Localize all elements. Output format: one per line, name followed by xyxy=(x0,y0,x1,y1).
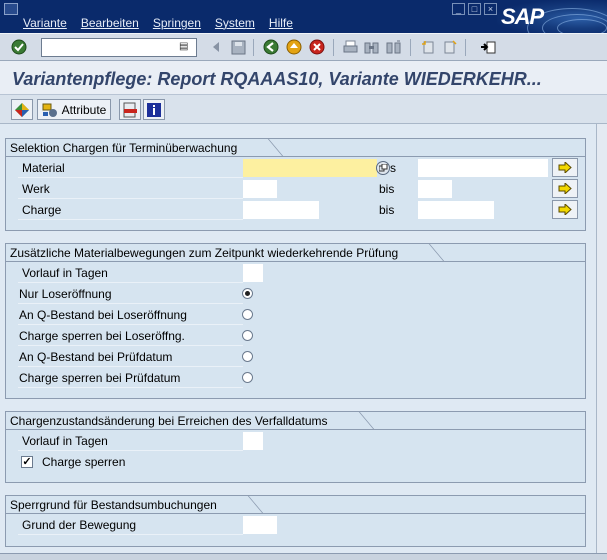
werk-from-field[interactable] xyxy=(243,180,277,198)
multiple-selection-icon[interactable] xyxy=(376,161,390,175)
print-icon[interactable] xyxy=(342,39,358,55)
label-nur-loseroeffnung: Nur Loseröffnung xyxy=(19,287,112,301)
first-page-icon[interactable] xyxy=(419,39,435,55)
menu-springen[interactable]: Springen xyxy=(153,16,201,30)
get-variant-button[interactable] xyxy=(11,99,33,120)
find-icon[interactable] xyxy=(363,39,379,55)
title-bar: Variantenpflege: Report RQAAAS10, Varian… xyxy=(0,61,607,95)
info-button[interactable] xyxy=(143,99,165,120)
charge-from-input[interactable] xyxy=(243,201,319,219)
sap-logo: SAP xyxy=(497,0,607,33)
charge-to-field[interactable] xyxy=(418,201,494,219)
material-to-input[interactable] xyxy=(418,159,548,177)
cancel-icon[interactable] xyxy=(309,39,325,55)
werk-more-button[interactable] xyxy=(552,179,578,198)
close-window-button[interactable]: × xyxy=(484,3,497,15)
frame-sperrgrund: Sperrgrund für Bestandsumbuchungen Grund… xyxy=(5,495,586,547)
attribute-button[interactable]: Attribute xyxy=(37,99,111,120)
frame-zusaetzlich: Zusätzliche Materialbewegungen zum Zeitp… xyxy=(5,243,586,399)
material-more-button[interactable] xyxy=(552,158,578,177)
charge-from-field[interactable] xyxy=(243,201,319,219)
vorlauf-tagen-field[interactable] xyxy=(243,264,263,282)
frame-selektion-title: Selektion Chargen für Terminüberwachung xyxy=(5,138,260,157)
charge-more-button[interactable] xyxy=(552,200,578,219)
application-toolbar: Attribute xyxy=(0,95,607,124)
zustand-vorlauf-input[interactable] xyxy=(243,432,263,450)
label-werk: Werk xyxy=(22,182,50,196)
radio-charge-sperren-pruefdatum[interactable] xyxy=(242,372,253,383)
grund-bewegung-field[interactable] xyxy=(243,516,277,534)
material-from-input[interactable] xyxy=(243,159,377,177)
radio-charge-sperren-loseroeffng[interactable] xyxy=(242,330,253,341)
arrow-right-icon xyxy=(558,183,572,194)
label-q-bestand-loseroeffnung: An Q-Bestand bei Loseröffnung xyxy=(19,308,187,322)
radio-q-bestand-pruefdatum[interactable] xyxy=(242,351,253,362)
back-icon[interactable] xyxy=(263,39,279,55)
vorlauf-tagen-input[interactable] xyxy=(243,264,263,282)
command-input[interactable] xyxy=(42,39,196,56)
grund-bewegung-input[interactable] xyxy=(243,516,277,534)
frame-zustand-title: Chargenzustandsänderung bei Erreichen de… xyxy=(5,411,350,430)
attribute-icon xyxy=(42,103,57,117)
label-material: Material xyxy=(22,161,65,175)
command-field[interactable] xyxy=(41,38,197,57)
status-bar xyxy=(0,553,607,560)
enter-icon[interactable] xyxy=(11,39,27,55)
find-next-icon[interactable] xyxy=(385,39,401,55)
arrow-right-icon xyxy=(558,204,572,215)
save-icon[interactable] xyxy=(230,39,246,55)
material-from-field[interactable] xyxy=(243,159,377,177)
menu-system[interactable]: System xyxy=(215,16,255,30)
material-to-field[interactable] xyxy=(418,159,548,177)
sap-logo-text: SAP xyxy=(501,4,544,29)
label-charge-sperren-loseroeffng: Charge sperren bei Loseröffng. xyxy=(19,329,185,343)
menu-hilfe[interactable]: Hilfe xyxy=(269,16,293,30)
info-icon xyxy=(147,102,161,117)
standard-toolbar: ▤ xyxy=(0,33,607,61)
back-arrow-icon[interactable] xyxy=(208,39,224,55)
maximize-button[interactable]: □ xyxy=(468,3,481,15)
label-bis-charge: bis xyxy=(379,203,395,217)
werk-to-input[interactable] xyxy=(418,180,452,198)
werk-to-field[interactable] xyxy=(418,180,452,198)
label-bis-werk: bis xyxy=(379,182,395,196)
charge-sperren-checkbox[interactable]: ✓ xyxy=(21,456,33,468)
frame-sperrgrund-title: Sperrgrund für Bestandsumbuchungen xyxy=(5,495,239,514)
label-grund-bewegung: Grund der Bewegung xyxy=(22,518,137,532)
page-title: Variantenpflege: Report RQAAAS10, Varian… xyxy=(12,69,542,89)
system-menu-icon[interactable] xyxy=(4,3,18,15)
frame-zustand: Chargenzustandsänderung bei Erreichen de… xyxy=(5,411,586,483)
menu: Variante Bearbeiten Springen System Hilf… xyxy=(23,16,307,30)
label-bis-material: s xyxy=(390,161,396,175)
label-zustand-vorlauf: Vorlauf in Tagen xyxy=(22,434,108,448)
radio-nur-loseroeffnung[interactable] xyxy=(242,288,253,299)
delete-icon xyxy=(123,102,137,117)
exit-icon[interactable] xyxy=(286,39,302,55)
frame-selektion: Selektion Chargen für Terminüberwachung … xyxy=(5,138,586,231)
frame-zusaetzlich-title: Zusätzliche Materialbewegungen zum Zeitp… xyxy=(5,243,421,262)
menu-bearbeiten[interactable]: Bearbeiten xyxy=(81,16,139,30)
new-session-icon[interactable] xyxy=(480,39,496,55)
menu-bar: Variante Bearbeiten Springen System Hilf… xyxy=(0,0,607,33)
label-vorlauf: Vorlauf in Tagen xyxy=(22,266,108,280)
delete-variant-button[interactable] xyxy=(119,99,141,120)
zustand-vorlauf-field[interactable] xyxy=(243,432,263,450)
variant-diamond-icon xyxy=(15,102,29,117)
charge-to-input[interactable] xyxy=(418,201,494,219)
label-charge-sperren: Charge sperren xyxy=(42,455,126,469)
label-charge: Charge xyxy=(22,203,62,217)
window-controls: _ □ × xyxy=(452,3,497,15)
command-history-icon[interactable]: ▤ xyxy=(179,41,188,52)
label-charge-sperren-pruefdatum: Charge sperren bei Prüfdatum xyxy=(19,371,181,385)
radio-q-bestand-loseroeffnung[interactable] xyxy=(242,309,253,320)
vertical-scrollbar[interactable] xyxy=(596,124,607,553)
attribute-button-label: Attribute xyxy=(61,102,107,117)
werk-from-input[interactable] xyxy=(243,180,277,198)
arrow-right-icon xyxy=(558,162,572,173)
minimize-button[interactable]: _ xyxy=(452,3,465,15)
label-q-bestand-pruefdatum: An Q-Bestand bei Prüfdatum xyxy=(19,350,173,364)
last-page-icon[interactable] xyxy=(441,39,457,55)
menu-variante[interactable]: Variante xyxy=(23,16,67,30)
